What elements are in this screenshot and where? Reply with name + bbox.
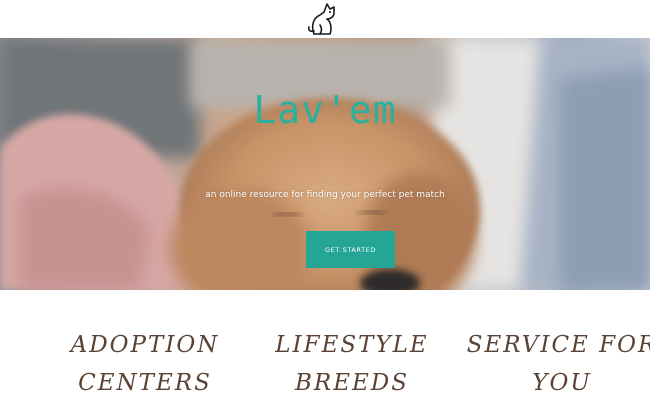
hero-section: Lav'em an online resource for finding yo… <box>0 38 650 290</box>
top-bar <box>0 0 650 38</box>
dog-sitting-icon[interactable] <box>305 1 345 37</box>
hero-tagline: an online resource for finding your perf… <box>205 190 445 200</box>
feature-service-for-you[interactable]: SERVICE FOR YOU <box>462 326 650 400</box>
feature-lifestyle-breeds[interactable]: LIFESTYLE BREEDS <box>252 326 452 400</box>
hero-title: Lav'em <box>253 88 397 132</box>
features-section: ADOPTION CENTERS LIFESTYLE BREEDS SERVIC… <box>0 290 650 400</box>
feature-adoption-centers[interactable]: ADOPTION CENTERS <box>45 326 245 400</box>
get-started-button[interactable]: GET STARTED <box>306 231 395 268</box>
